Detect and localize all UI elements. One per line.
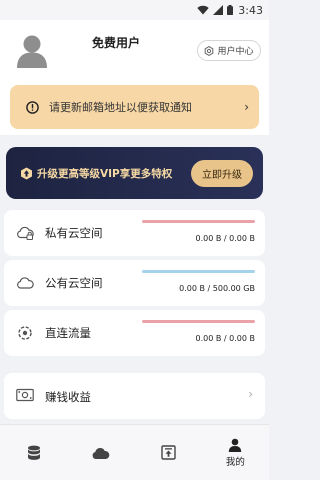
battery-icon — [227, 5, 234, 15]
cloud-icon — [93, 447, 110, 459]
traffic-icon — [18, 326, 32, 340]
bottom-tab-bar: 我的 — [0, 424, 269, 480]
user-center-button[interactable]: 用户中心 — [197, 40, 261, 61]
money-icon — [16, 388, 34, 402]
private-cloud-card[interactable]: 私有云空间 0.00 B / 0.00 B — [4, 210, 265, 256]
vip-upgrade-icon — [21, 167, 32, 179]
status-time: 3:43 — [238, 3, 263, 17]
tab-storage[interactable] — [0, 425, 67, 480]
direct-traffic-usage-bar — [142, 320, 255, 323]
database-icon — [27, 445, 40, 460]
private-cloud-label: 私有云空间 — [45, 226, 103, 240]
vip-text: 升级更高等级VIP享更多特权 — [37, 167, 173, 180]
avatar[interactable] — [14, 32, 50, 68]
public-cloud-usage: 0.00 B / 500.00 GB — [179, 284, 255, 293]
wifi-icon — [197, 5, 209, 15]
user-center-label: 用户中心 — [217, 47, 254, 57]
direct-traffic-label: 直连流量 — [45, 326, 91, 340]
email-notice[interactable]: 请更新邮箱地址以便获取通知 › — [10, 85, 259, 129]
person-icon — [229, 438, 242, 452]
vip-banner[interactable]: 升级更高等级VIP享更多特权 立即升级 — [6, 147, 263, 199]
public-cloud-label: 公有云空间 — [45, 276, 103, 290]
direct-traffic-usage: 0.00 B / 0.00 B — [195, 334, 255, 343]
cloud-icon — [17, 277, 34, 289]
chevron-right-icon: › — [248, 387, 253, 401]
chevron-right-icon: › — [244, 100, 249, 114]
status-bar: 3:43 — [0, 0, 269, 20]
exclamation-circle-icon — [26, 100, 39, 114]
direct-traffic-card[interactable]: 直连流量 0.00 B / 0.00 B — [4, 310, 265, 356]
earnings-label: 赚钱收益 — [45, 390, 91, 404]
private-cloud-usage-bar — [142, 220, 255, 223]
earnings-item[interactable]: 赚钱收益 › — [4, 373, 265, 419]
signal-icon — [213, 5, 224, 15]
private-cloud-icon — [17, 226, 34, 240]
gear-icon — [205, 45, 214, 56]
upgrade-button[interactable]: 立即升级 — [191, 159, 253, 187]
upload-icon — [160, 445, 176, 460]
tab-upload[interactable] — [135, 425, 202, 480]
public-cloud-usage-bar — [142, 270, 255, 273]
tab-mine[interactable]: 我的 — [202, 425, 269, 480]
tab-cloud[interactable] — [67, 425, 134, 480]
tab-mine-label: 我的 — [225, 456, 245, 468]
notice-text: 请更新邮箱地址以便获取通知 — [49, 101, 192, 114]
username: 免费用户 — [92, 36, 141, 50]
public-cloud-card[interactable]: 公有云空间 0.00 B / 500.00 GB — [4, 260, 265, 306]
private-cloud-usage: 0.00 B / 0.00 B — [195, 234, 255, 243]
